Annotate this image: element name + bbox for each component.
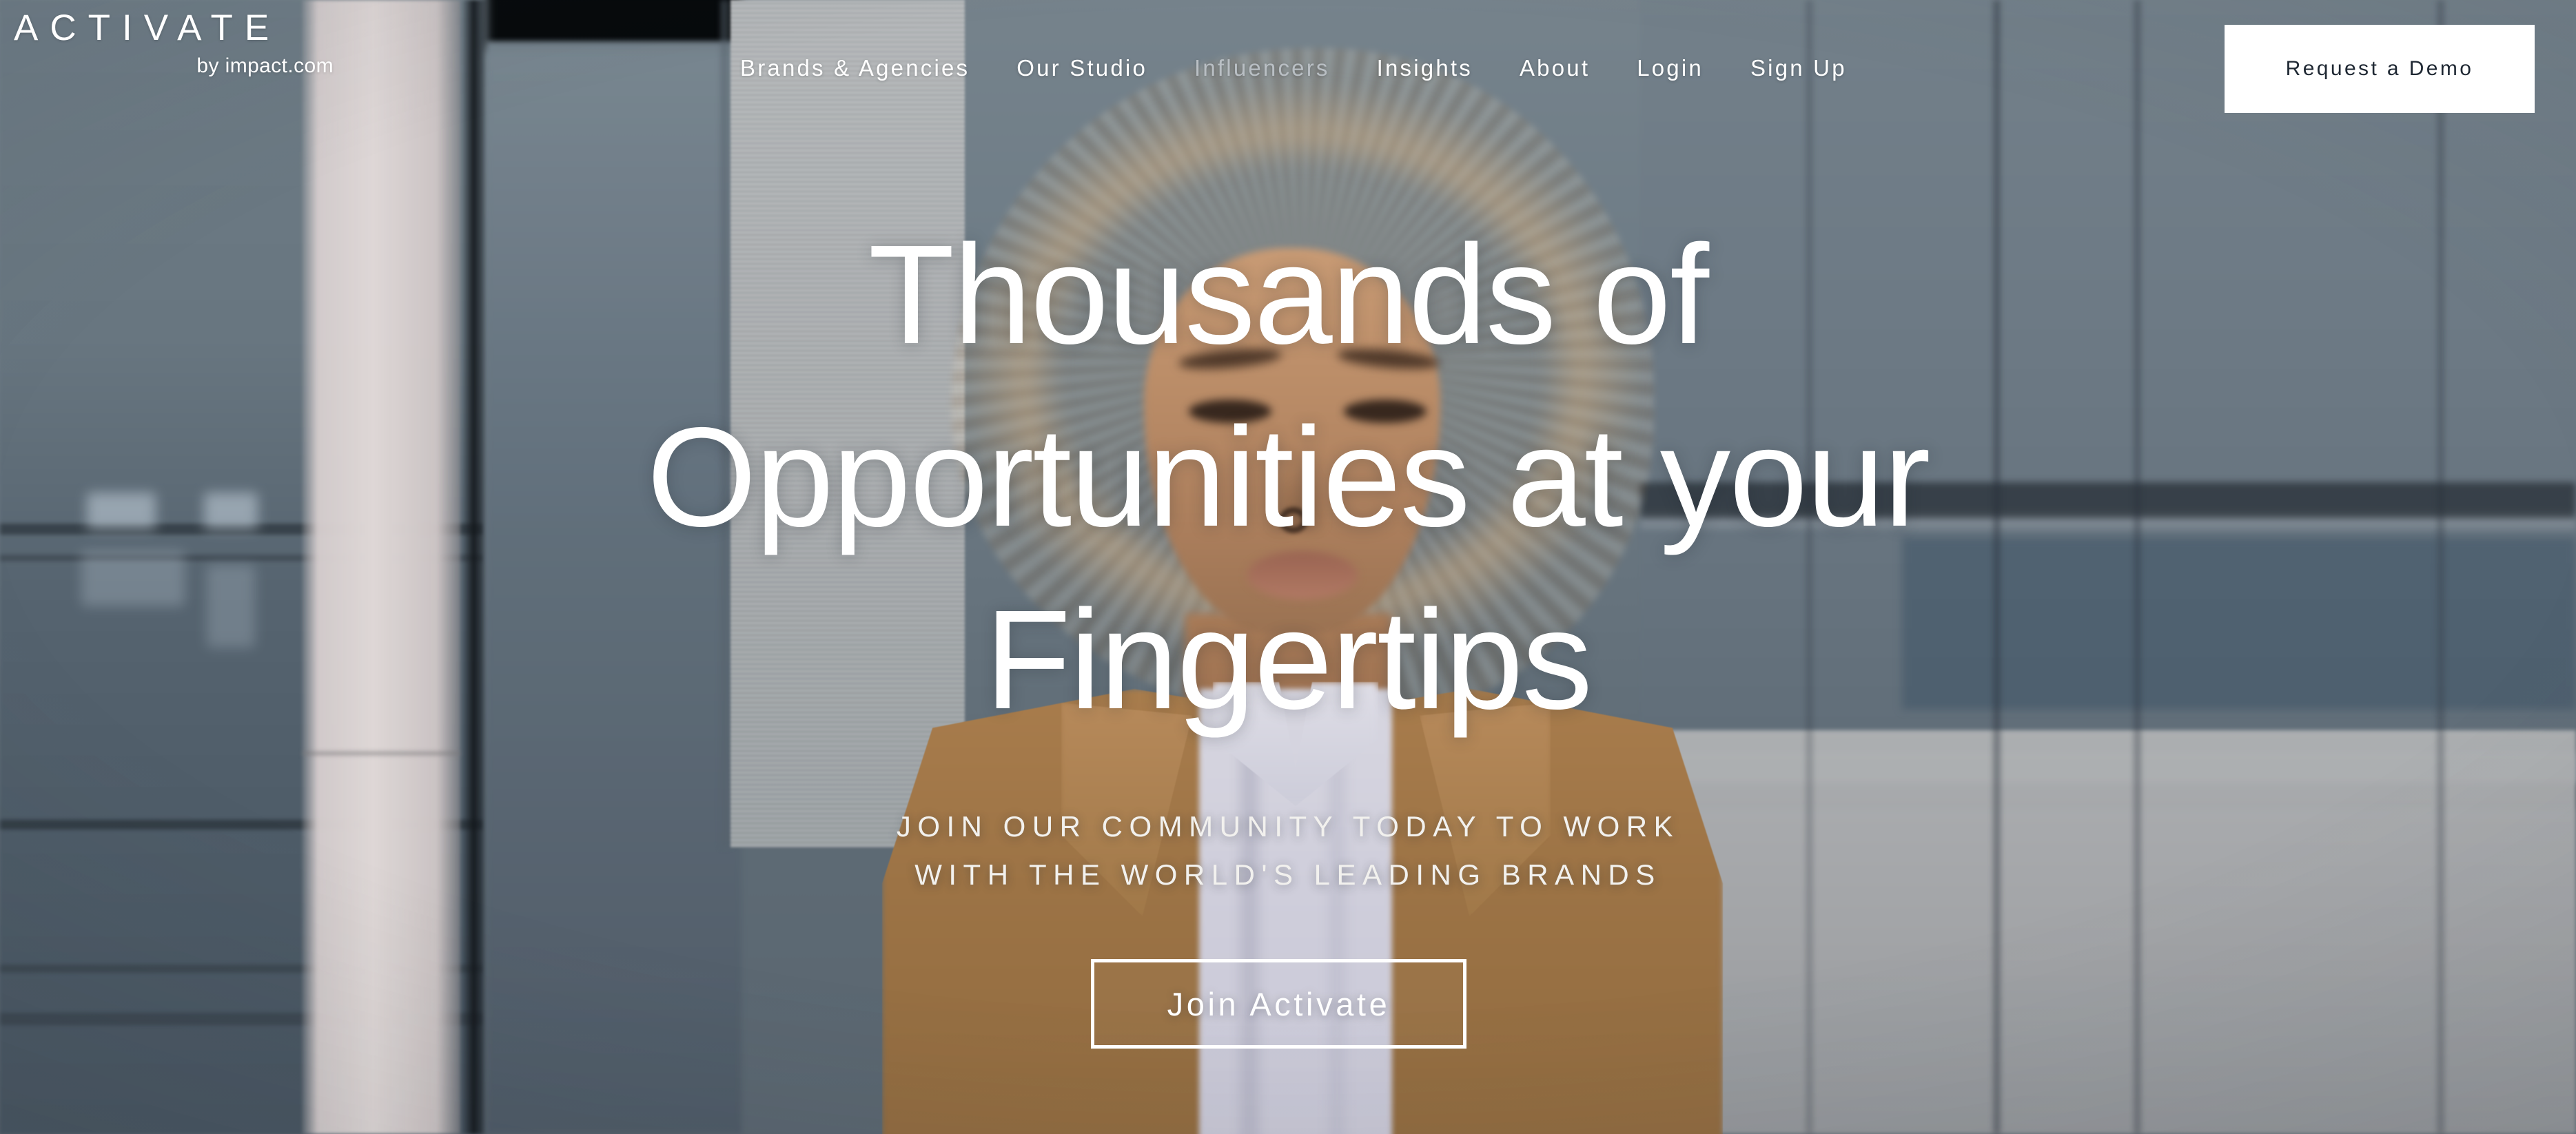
- nav-item-our-studio[interactable]: Our Studio: [993, 55, 1171, 81]
- site-header: ACTIVATE by impact.com Brands & Agencies…: [0, 0, 2576, 138]
- logo-wordmark: ACTIVATE: [14, 8, 281, 48]
- brand-logo[interactable]: ACTIVATE by impact.com: [14, 10, 338, 78]
- nav-item-influencers[interactable]: Influencers: [1171, 55, 1353, 81]
- nav-item-about[interactable]: About: [1496, 55, 1613, 81]
- nav-item-sign-up[interactable]: Sign Up: [1727, 55, 1870, 81]
- nav-item-login[interactable]: Login: [1613, 55, 1727, 81]
- nav-item-brands-agencies[interactable]: Brands & Agencies: [717, 55, 993, 81]
- logo-tagline: by impact.com: [196, 54, 334, 77]
- request-demo-button[interactable]: Request a Demo: [2225, 25, 2535, 113]
- hero-section: ACTIVATE by impact.com Brands & Agencies…: [0, 0, 2576, 1134]
- nav-item-insights[interactable]: Insights: [1353, 55, 1496, 81]
- join-activate-button[interactable]: Join Activate: [1091, 959, 1466, 1049]
- join-activate-label: Join Activate: [1167, 985, 1391, 1022]
- main-navigation: Brands & Agencies Our Studio Influencers…: [717, 55, 1870, 81]
- request-demo-label: Request a Demo: [2285, 57, 2474, 80]
